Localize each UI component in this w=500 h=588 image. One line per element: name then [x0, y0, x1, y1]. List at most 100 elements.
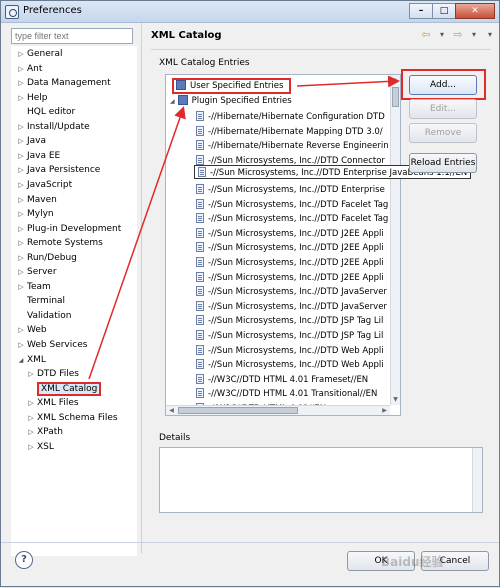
- catalog-entry[interactable]: -//Sun Microsystems, Inc.//DTD Web Appli: [196, 344, 384, 358]
- collapsed-arrow-icon[interactable]: [17, 120, 25, 134]
- tree-item[interactable]: General: [27, 47, 62, 61]
- details-area[interactable]: [159, 447, 483, 513]
- tree-item[interactable]: Plug-in Development: [27, 222, 121, 236]
- forward-dropdown-icon[interactable]: ▾: [467, 29, 481, 41]
- collapsed-arrow-icon[interactable]: [27, 440, 35, 454]
- collapsed-arrow-icon[interactable]: [17, 91, 25, 105]
- tree-item[interactable]: Run/Debug: [27, 251, 77, 265]
- collapsed-arrow-icon[interactable]: [17, 265, 25, 279]
- catalog-entry[interactable]: -//Hibernate/Hibernate Mapping DTD 3.0/: [196, 125, 383, 139]
- reload-entries-button[interactable]: Reload Entries: [409, 153, 477, 173]
- catalog-entry[interactable]: -//Sun Microsystems, Inc.//DTD JavaServe…: [196, 300, 387, 314]
- tree-item[interactable]: Help: [27, 91, 48, 105]
- collapsed-arrow-icon[interactable]: [27, 367, 35, 381]
- tree-item[interactable]: XPath: [37, 425, 63, 439]
- catalog-entry[interactable]: -//Sun Microsystems, Inc.//DTD Facelet T…: [196, 212, 388, 226]
- tree-item[interactable]: Terminal: [27, 294, 65, 308]
- scroll-thumb[interactable]: [392, 87, 399, 107]
- catalog-entry[interactable]: -//Hibernate/Hibernate Reverse Engineeri…: [196, 139, 389, 153]
- collapsed-arrow-icon[interactable]: [17, 47, 25, 61]
- tree-item[interactable]: XSL: [37, 440, 54, 454]
- catalog-entry[interactable]: -//Sun Microsystems, Inc.//DTD Web Appli: [196, 358, 384, 372]
- catalog-entries-tree[interactable]: User Specified Entries ◢ Plugin Specified…: [165, 74, 401, 416]
- catalog-entry[interactable]: -//Sun Microsystems, Inc.//DTD Enterpris…: [196, 183, 385, 197]
- tree-item[interactable]: Java Persistence: [27, 163, 100, 177]
- pane-divider[interactable]: [141, 23, 142, 553]
- tree-item-selected[interactable]: XML Catalog: [37, 381, 102, 396]
- plugin-specified-entries[interactable]: ◢ Plugin Specified Entries: [170, 94, 292, 108]
- scroll-left-icon[interactable]: ◀: [167, 406, 176, 415]
- tree-item[interactable]: Install/Update: [27, 120, 90, 134]
- collapsed-arrow-icon[interactable]: [17, 178, 25, 192]
- maximize-button[interactable]: □: [432, 3, 456, 19]
- tree-item[interactable]: Server: [27, 265, 57, 279]
- back-dropdown-icon[interactable]: ▾: [435, 29, 449, 41]
- catalog-entry[interactable]: -//Sun Microsystems, Inc.//DTD J2EE Appl…: [196, 256, 384, 270]
- back-arrow-icon[interactable]: ⇦: [419, 29, 433, 41]
- collapsed-arrow-icon[interactable]: [17, 62, 25, 76]
- catalog-entry[interactable]: -//Hibernate/Hibernate Configuration DTD: [196, 110, 385, 124]
- tree-item[interactable]: HQL editor: [27, 105, 75, 119]
- tree-item[interactable]: Web Services: [27, 338, 87, 352]
- minimize-button[interactable]: –: [409, 3, 433, 19]
- catalog-entry[interactable]: -//Sun Microsystems, Inc.//DTD J2EE Appl…: [196, 271, 384, 285]
- tree-item[interactable]: XML: [27, 353, 46, 367]
- user-specified-entries[interactable]: User Specified Entries: [172, 78, 292, 94]
- tree-item[interactable]: DTD Files: [37, 367, 79, 381]
- collapsed-arrow-icon[interactable]: [17, 76, 25, 90]
- collapsed-arrow-icon[interactable]: [17, 149, 25, 163]
- expanded-arrow-icon[interactable]: [17, 353, 25, 367]
- horizontal-scrollbar[interactable]: ◀ ▶: [166, 405, 390, 415]
- tree-item[interactable]: XML Schema Files: [37, 411, 118, 425]
- tree-item[interactable]: Java EE: [27, 149, 60, 163]
- collapsed-arrow-icon[interactable]: [17, 163, 25, 177]
- collapsed-arrow-icon[interactable]: [17, 280, 25, 294]
- catalog-entry[interactable]: -//Sun Microsystems, Inc.//DTD JavaServe…: [196, 285, 387, 299]
- view-menu-icon[interactable]: ▾: [483, 29, 497, 41]
- collapsed-arrow-icon[interactable]: [17, 207, 25, 221]
- catalog-entry[interactable]: -//Sun Microsystems, Inc.//DTD J2EE Appl…: [196, 227, 384, 241]
- tree-item[interactable]: JavaScript: [27, 178, 72, 192]
- help-icon[interactable]: ?: [15, 551, 33, 569]
- collapsed-arrow-icon[interactable]: [17, 236, 25, 250]
- remove-button[interactable]: Remove: [409, 123, 477, 143]
- tree-item[interactable]: Maven: [27, 193, 57, 207]
- catalog-entry[interactable]: -//Sun Microsystems, Inc.//DTD Facelet T…: [196, 198, 388, 212]
- collapsed-arrow-icon[interactable]: [27, 425, 35, 439]
- filter-input[interactable]: [11, 28, 133, 44]
- edit-button[interactable]: Edit...: [409, 99, 477, 119]
- forward-arrow-icon[interactable]: ⇨: [451, 29, 465, 41]
- collapsed-arrow-icon[interactable]: [17, 193, 25, 207]
- catalog-entry[interactable]: -//Sun Microsystems, Inc.//DTD J2EE Appl…: [196, 241, 384, 255]
- tree-item[interactable]: Mylyn: [27, 207, 54, 221]
- vertical-scrollbar[interactable]: ▲ ▼: [390, 75, 400, 405]
- tree-item[interactable]: Team: [27, 280, 51, 294]
- details-scrollbar[interactable]: [472, 448, 482, 512]
- catalog-entry[interactable]: -//Sun Microsystems, Inc.//DTD JSP Tag L…: [196, 314, 383, 328]
- tree-item[interactable]: Data Management: [27, 76, 111, 90]
- details-label: Details: [159, 433, 191, 443]
- collapsed-arrow-icon[interactable]: [17, 338, 25, 352]
- collapsed-arrow-icon[interactable]: [17, 134, 25, 148]
- add-button[interactable]: Add...: [409, 75, 477, 95]
- close-button[interactable]: ✕: [455, 3, 495, 19]
- collapsed-arrow-icon[interactable]: [17, 323, 25, 337]
- scroll-down-icon[interactable]: ▼: [391, 395, 400, 404]
- collapsed-arrow-icon[interactable]: [27, 411, 35, 425]
- expand-arrow-icon[interactable]: ◢: [170, 98, 175, 105]
- tree-item[interactable]: Validation: [27, 309, 71, 323]
- scroll-thumb[interactable]: [178, 407, 298, 414]
- collapsed-arrow-icon[interactable]: [17, 251, 25, 265]
- catalog-entry[interactable]: -//W3C//DTD HTML 4.01 Frameset//EN: [196, 373, 368, 387]
- tree-item[interactable]: Web: [27, 323, 47, 337]
- tree-item[interactable]: Remote Systems: [27, 236, 103, 250]
- collapsed-arrow-icon[interactable]: [17, 222, 25, 236]
- tree-item[interactable]: Java: [27, 134, 46, 148]
- catalog-entry[interactable]: -//W3C//DTD HTML 4.01 Transitional//EN: [196, 387, 377, 401]
- collapsed-arrow-icon[interactable]: [27, 396, 35, 410]
- catalog-entry[interactable]: -//Sun Microsystems, Inc.//DTD JSP Tag L…: [196, 329, 383, 343]
- scroll-right-icon[interactable]: ▶: [380, 406, 389, 415]
- tree-item[interactable]: XML Files: [37, 396, 79, 410]
- tree-item[interactable]: Ant: [27, 62, 42, 76]
- scroll-up-icon[interactable]: ▲: [391, 76, 400, 85]
